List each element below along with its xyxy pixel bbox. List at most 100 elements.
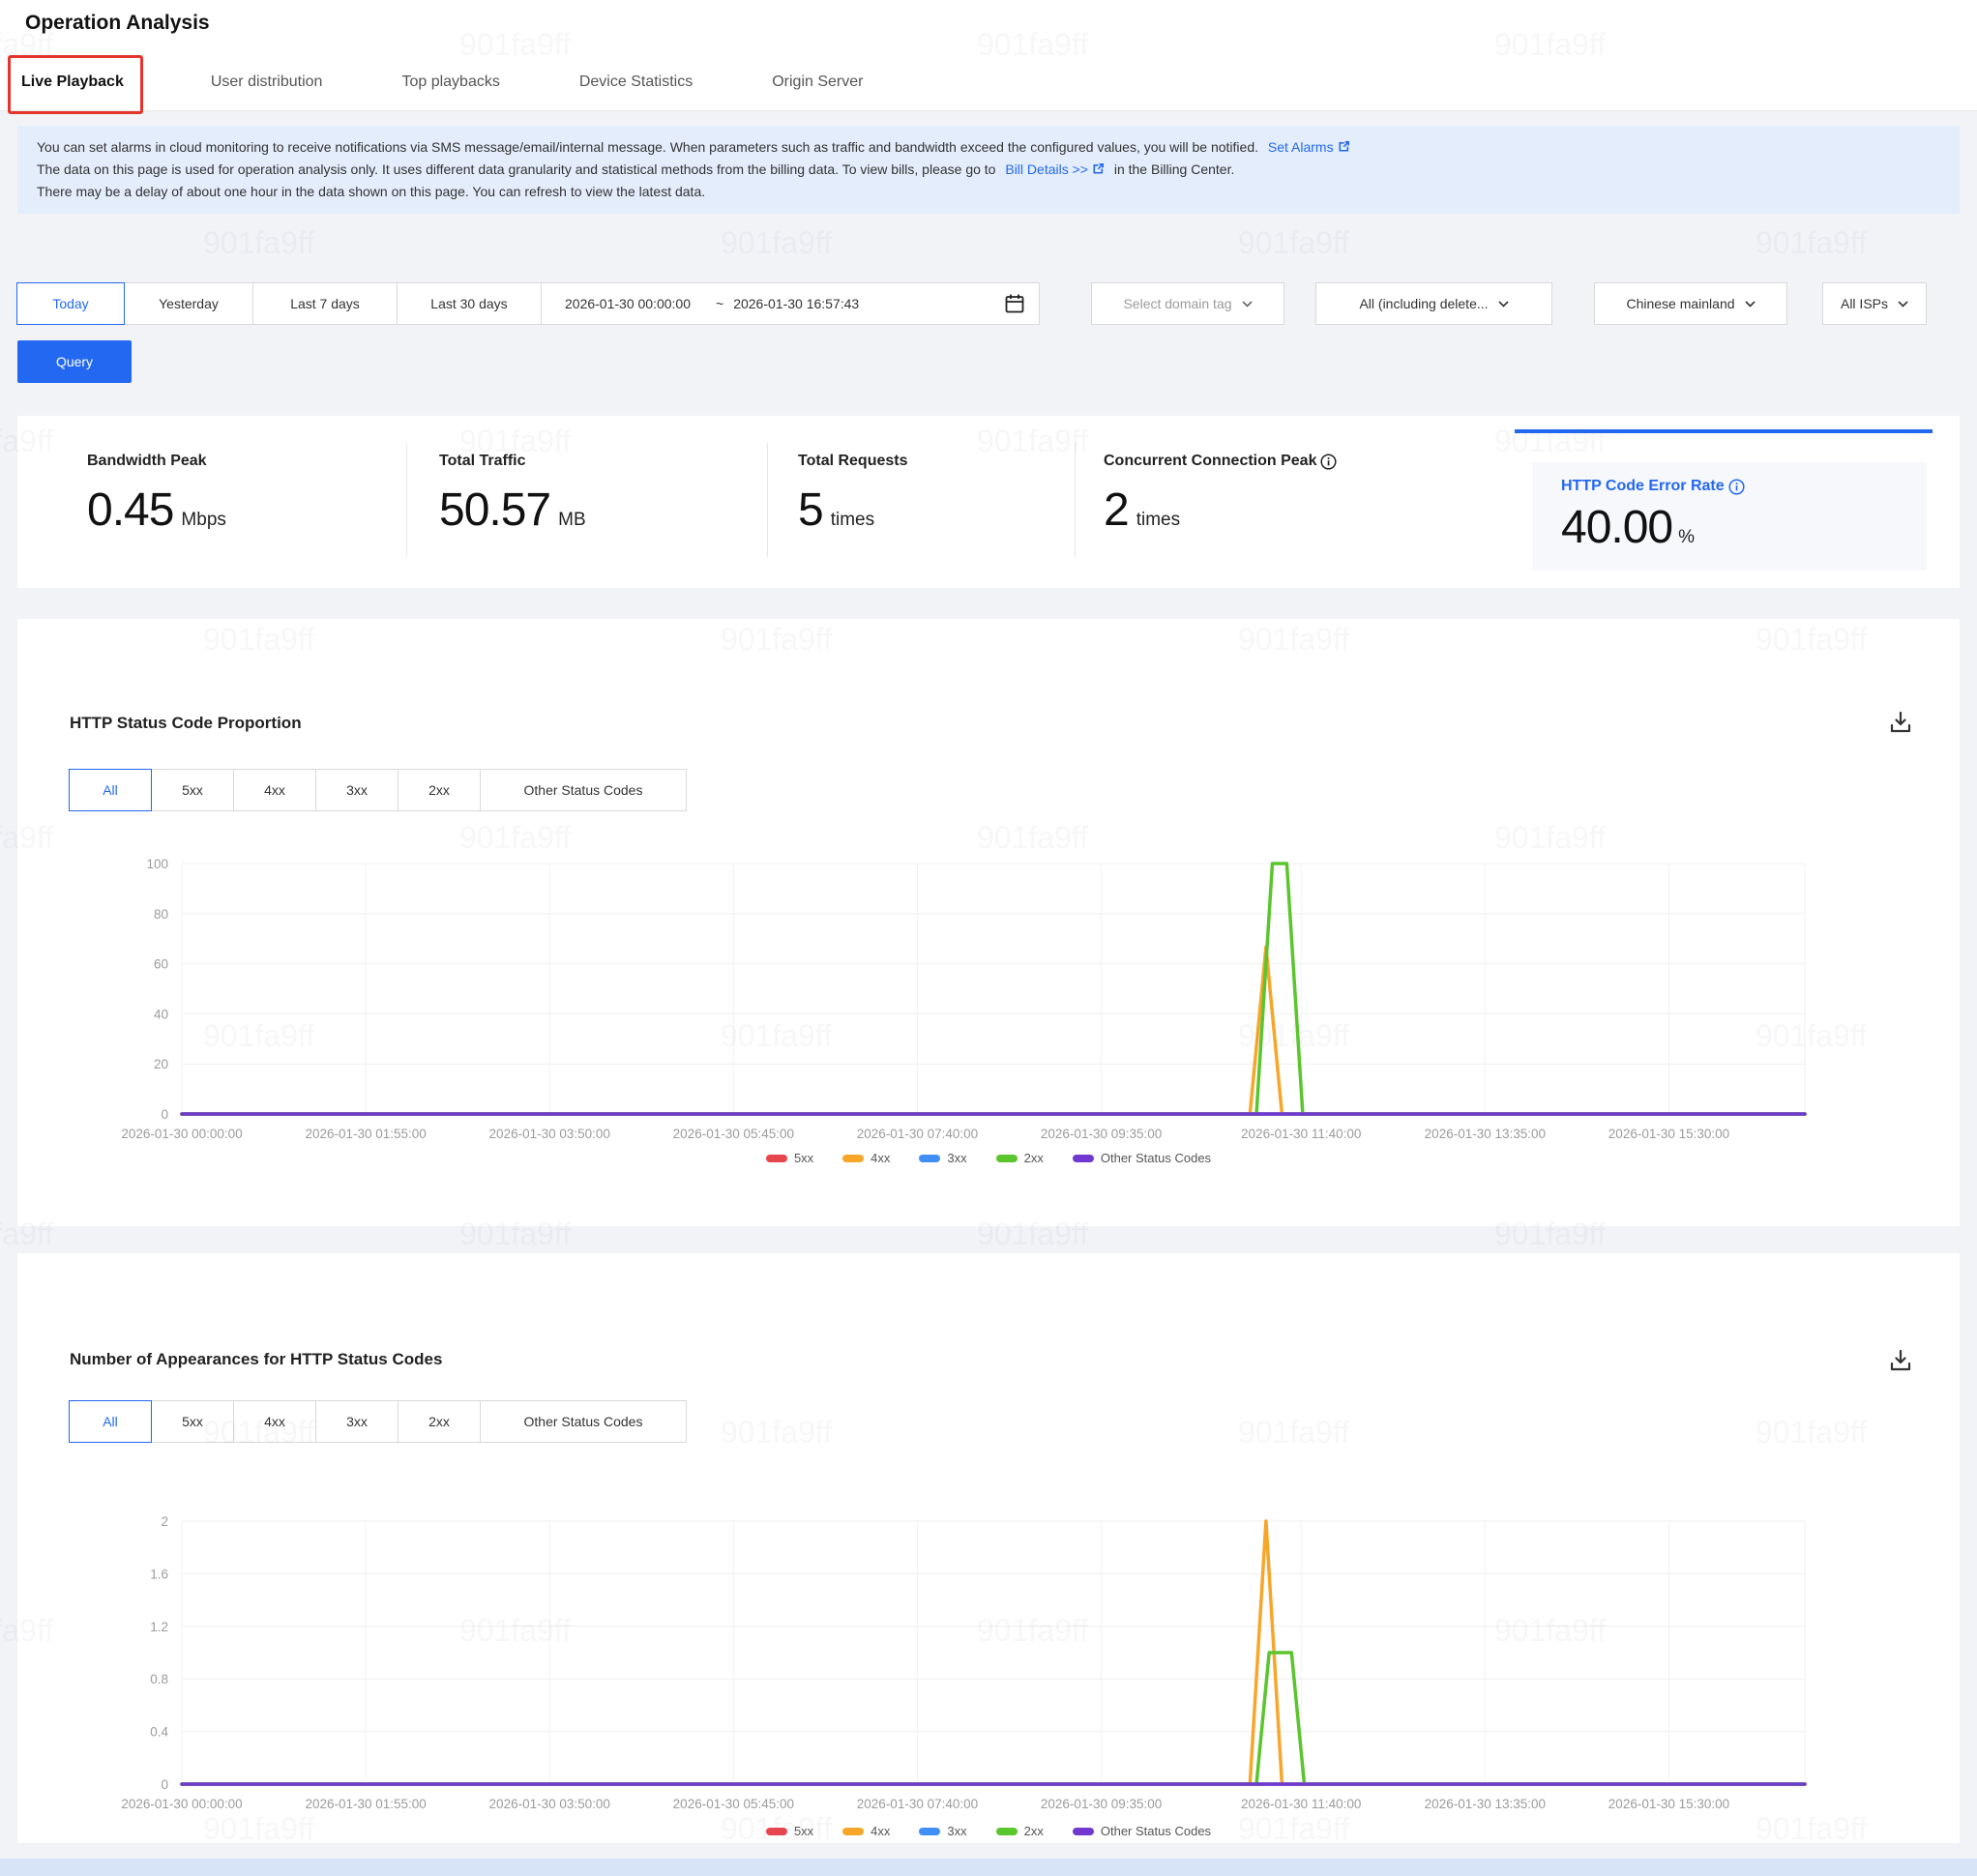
banner-line-2: The data on this page is used for operat… bbox=[37, 159, 1940, 181]
legend-item[interactable]: 4xx bbox=[842, 1824, 890, 1838]
svg-text:1.6: 1.6 bbox=[150, 1567, 168, 1581]
svg-text:40: 40 bbox=[154, 1007, 168, 1021]
legend-item[interactable]: Other Status Codes bbox=[1073, 1824, 1211, 1838]
svg-text:2026-01-30 09:35:00: 2026-01-30 09:35:00 bbox=[1041, 1127, 1162, 1141]
domain-select[interactable]: All (including delete... bbox=[1315, 282, 1552, 325]
tab-device-statistics[interactable]: Device Statistics bbox=[560, 73, 712, 91]
svg-text:80: 80 bbox=[154, 907, 168, 922]
legend-label: 2xx bbox=[1024, 1151, 1044, 1165]
stat-concurrent-connection-peak: Concurrent Connection Peak 2times bbox=[1104, 453, 1337, 537]
legend-swatch bbox=[919, 1828, 940, 1835]
divider bbox=[406, 443, 407, 557]
chevron-down-icon bbox=[1898, 299, 1908, 309]
legend-label: 3xx bbox=[947, 1824, 966, 1838]
svg-text:2: 2 bbox=[161, 1514, 168, 1529]
tab-bar: Live Playback User distribution Top play… bbox=[0, 53, 1977, 111]
error-rate-highlight-bar bbox=[1515, 429, 1933, 433]
status-proportion-card: HTTP Status Code Proportion All 5xx 4xx … bbox=[17, 619, 1960, 1226]
filter-2xx-button[interactable]: 2xx bbox=[398, 769, 481, 811]
chart-legend: 5xx 4xx 3xx 2xx Other Status Codes bbox=[17, 1151, 1960, 1165]
svg-text:2026-01-30 11:40:00: 2026-01-30 11:40:00 bbox=[1241, 1797, 1361, 1811]
info-icon[interactable] bbox=[1728, 479, 1745, 495]
svg-text:2026-01-30 09:35:00: 2026-01-30 09:35:00 bbox=[1041, 1797, 1162, 1811]
filter-other-button[interactable]: Other Status Codes bbox=[480, 769, 687, 811]
banner-line-3: There may be a delay of about one hour i… bbox=[37, 181, 1940, 203]
range-last30days-button[interactable]: Last 30 days bbox=[397, 282, 542, 325]
bill-details-link[interactable]: Bill Details >> bbox=[1005, 161, 1088, 177]
chevron-down-icon bbox=[1498, 299, 1509, 309]
bottom-banner-edge bbox=[0, 1859, 1977, 1876]
filter-5xx-button[interactable]: 5xx bbox=[151, 1400, 234, 1443]
filter-3xx-button[interactable]: 3xx bbox=[315, 769, 398, 811]
legend-item[interactable]: 2xx bbox=[996, 1824, 1044, 1838]
status-appearances-card: Number of Appearances for HTTP Status Co… bbox=[17, 1253, 1960, 1843]
date-range-presets: Today Yesterday Last 7 days Last 30 days… bbox=[17, 282, 1040, 325]
legend-swatch bbox=[766, 1828, 787, 1835]
legend-item[interactable]: Other Status Codes bbox=[1073, 1151, 1211, 1165]
legend-label: 2xx bbox=[1024, 1824, 1044, 1838]
range-yesterday-button[interactable]: Yesterday bbox=[124, 282, 253, 325]
legend-swatch bbox=[1073, 1828, 1094, 1835]
svg-text:2026-01-30 03:50:00: 2026-01-30 03:50:00 bbox=[489, 1127, 610, 1141]
legend-item[interactable]: 4xx bbox=[842, 1151, 890, 1165]
filter-4xx-button[interactable]: 4xx bbox=[233, 1400, 316, 1443]
legend-label: Other Status Codes bbox=[1101, 1824, 1211, 1838]
chart-title: Number of Appearances for HTTP Status Co… bbox=[70, 1350, 442, 1369]
legend-label: 5xx bbox=[794, 1824, 813, 1838]
svg-text:2026-01-30 00:00:00: 2026-01-30 00:00:00 bbox=[121, 1797, 242, 1811]
legend-item[interactable]: 3xx bbox=[919, 1151, 966, 1165]
filter-2xx-button[interactable]: 2xx bbox=[398, 1400, 481, 1443]
tab-top-playbacks[interactable]: Top playbacks bbox=[382, 73, 518, 91]
download-icon[interactable] bbox=[1888, 710, 1913, 735]
svg-text:2026-01-30 00:00:00: 2026-01-30 00:00:00 bbox=[121, 1127, 242, 1141]
legend-item[interactable]: 2xx bbox=[996, 1151, 1044, 1165]
legend-item[interactable]: 5xx bbox=[766, 1151, 813, 1165]
filter-5xx-button[interactable]: 5xx bbox=[151, 769, 234, 811]
date-range-input[interactable]: 2026-01-30 00:00:00 ~ 2026-01-30 16:57:4… bbox=[541, 282, 1040, 325]
svg-text:1.2: 1.2 bbox=[150, 1620, 168, 1634]
external-link-icon bbox=[1092, 162, 1105, 175]
legend-label: 5xx bbox=[794, 1151, 813, 1165]
svg-text:100: 100 bbox=[146, 857, 168, 871]
status-proportion-chart: 0204060801002026-01-30 00:00:002026-01-3… bbox=[17, 827, 1960, 1146]
query-button[interactable]: Query bbox=[17, 340, 132, 383]
date-start-value[interactable]: 2026-01-30 00:00:00 bbox=[565, 296, 691, 311]
calendar-icon[interactable] bbox=[1004, 293, 1025, 314]
legend-swatch bbox=[766, 1155, 787, 1162]
svg-text:2026-01-30 05:45:00: 2026-01-30 05:45:00 bbox=[673, 1127, 794, 1141]
legend-swatch bbox=[919, 1155, 940, 1162]
chevron-down-icon bbox=[1745, 299, 1756, 309]
range-today-button[interactable]: Today bbox=[16, 282, 125, 325]
filter-3xx-button[interactable]: 3xx bbox=[315, 1400, 398, 1443]
info-icon[interactable] bbox=[1320, 454, 1337, 470]
tab-origin-server[interactable]: Origin Server bbox=[752, 73, 882, 91]
set-alarms-link[interactable]: Set Alarms bbox=[1268, 139, 1334, 155]
filter-other-button[interactable]: Other Status Codes bbox=[480, 1400, 687, 1443]
domain-tag-select[interactable]: Select domain tag bbox=[1091, 282, 1284, 325]
legend-swatch bbox=[1073, 1155, 1094, 1162]
legend-swatch bbox=[996, 1155, 1018, 1162]
tab-user-distribution[interactable]: User distribution bbox=[192, 73, 342, 91]
legend-label: 3xx bbox=[947, 1151, 966, 1165]
download-icon[interactable] bbox=[1888, 1348, 1913, 1373]
isp-select[interactable]: All ISPs bbox=[1822, 282, 1927, 325]
date-end-value[interactable]: 2026-01-30 16:57:43 bbox=[733, 296, 859, 311]
filter-all-button[interactable]: All bbox=[69, 769, 152, 811]
region-select[interactable]: Chinese mainland bbox=[1594, 282, 1787, 325]
external-link-icon bbox=[1338, 140, 1350, 153]
svg-text:2026-01-30 07:40:00: 2026-01-30 07:40:00 bbox=[857, 1127, 978, 1141]
tab-live-playback[interactable]: Live Playback bbox=[21, 73, 151, 91]
stat-http-code-error-rate[interactable]: HTTP Code Error Rate 40.00% bbox=[1532, 462, 1927, 571]
filter-4xx-button[interactable]: 4xx bbox=[233, 769, 316, 811]
legend-item[interactable]: 3xx bbox=[919, 1824, 966, 1838]
svg-text:0: 0 bbox=[161, 1107, 168, 1122]
info-banner: You can set alarms in cloud monitoring t… bbox=[17, 126, 1960, 214]
legend-item[interactable]: 5xx bbox=[766, 1824, 813, 1838]
stat-total-requests: Total Requests 5times bbox=[798, 453, 908, 537]
filter-all-button[interactable]: All bbox=[69, 1400, 152, 1443]
legend-swatch bbox=[996, 1828, 1018, 1835]
legend-label: 4xx bbox=[870, 1824, 890, 1838]
svg-text:2026-01-30 11:40:00: 2026-01-30 11:40:00 bbox=[1241, 1127, 1361, 1141]
chart-legend: 5xx 4xx 3xx 2xx Other Status Codes bbox=[17, 1824, 1960, 1838]
range-last7days-button[interactable]: Last 7 days bbox=[252, 282, 398, 325]
